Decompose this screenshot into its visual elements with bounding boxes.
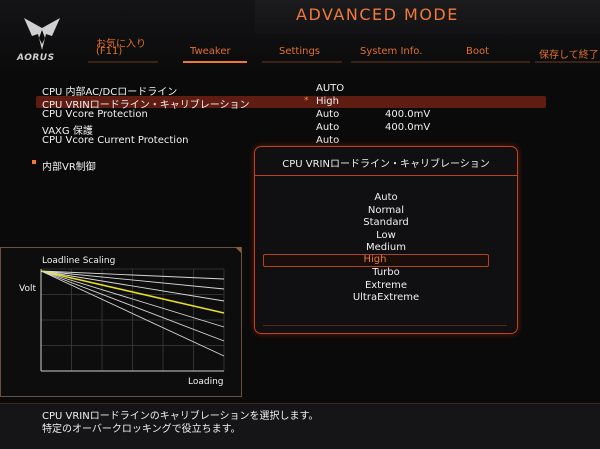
setting-label-vcore-protection[interactable]: CPU Vcore Protection [42, 109, 148, 120]
tab-settings[interactable]: Settings [279, 46, 320, 57]
brand-logo-text: AORUS [17, 53, 55, 63]
option-high[interactable]: High [255, 254, 495, 265]
option-standard[interactable]: Standard [255, 217, 517, 228]
setting-value-vcore-protection[interactable]: Auto [316, 109, 339, 120]
mode-title: ADVANCED MODE [296, 5, 459, 24]
tab-underline [535, 61, 600, 63]
popup-divider [255, 175, 517, 176]
loadline-chart [40, 268, 225, 372]
tab-underline-active [183, 61, 247, 63]
tab-system-info[interactable]: System Info. [360, 46, 422, 57]
tab-underline [450, 61, 530, 63]
favorites-key-hint[interactable]: (F11) [96, 46, 122, 57]
tab-boot[interactable]: Boot [466, 46, 489, 57]
option-auto[interactable]: Auto [255, 192, 517, 203]
help-text-line-2: 特定のオーバークロッキングで役立ちます。 [42, 424, 241, 435]
option-ultraextreme[interactable]: UltraExtreme [255, 292, 517, 303]
popup-bottom-divider [263, 325, 507, 326]
setting-value-vcore-current-protection[interactable]: Auto [316, 135, 339, 146]
setting-readout-vcore-protection: 400.0mV [385, 109, 431, 120]
selected-marker-icon: * [304, 96, 309, 106]
setting-value-vrin-llc[interactable]: High [316, 96, 339, 107]
tab-underline [88, 61, 158, 63]
tab-underline [262, 61, 342, 63]
option-medium[interactable]: Medium [255, 242, 517, 253]
aorus-eagle-icon [24, 18, 60, 50]
submenu-internal-vr-control[interactable]: 内部VR制御 [42, 158, 96, 173]
option-popup: CPU VRINロードライン・キャリブレーション Auto Normal Sta… [254, 146, 518, 334]
setting-readout-vaxg-protection: 400.0mV [385, 122, 431, 133]
setting-value-ac-dc-loadline[interactable]: AUTO [316, 83, 344, 94]
tab-save-exit[interactable]: 保存して終了 [539, 46, 599, 61]
submenu-bullet-icon [32, 160, 36, 164]
option-normal[interactable]: Normal [255, 205, 517, 216]
option-turbo[interactable]: Turbo [255, 267, 517, 278]
setting-value-vaxg-protection[interactable]: Auto [316, 122, 339, 133]
popup-title: CPU VRINロードライン・キャリブレーション [282, 159, 490, 170]
option-extreme[interactable]: Extreme [255, 280, 517, 291]
tab-underline [351, 61, 451, 63]
option-low[interactable]: Low [255, 230, 517, 241]
setting-label-vcore-current-protection[interactable]: CPU Vcore Current Protection [42, 135, 189, 146]
tab-tweaker[interactable]: Tweaker [190, 46, 231, 57]
